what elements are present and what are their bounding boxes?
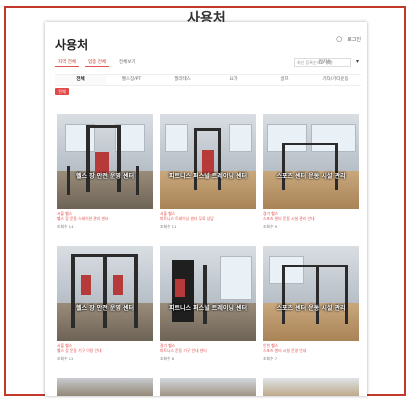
card-image[interactable]: 피트니스 퍼스널 트레이닝 센터 (160, 114, 256, 209)
card-meta: 경기 헬스 스포츠 센터 운동 시설 관리 안내 조회수 9 (263, 211, 359, 229)
card-meta: 경기 헬스 피트니스 운동 기구 안내 센터 조회수 8 (160, 343, 256, 361)
card-views: 조회수 7 (263, 356, 278, 361)
card-image[interactable]: 헬스 장 안전 운영 센터 (57, 246, 153, 341)
card-image[interactable]: 피트니스 퍼스널 트레이닝 센터 (160, 246, 256, 341)
tab-pilates[interactable]: 필라테스 (157, 75, 208, 85)
card-name[interactable]: 피트니스 트레이닝 센터 무료 상담 (160, 216, 256, 221)
card-name[interactable]: 헬스 장 운동 스테이션 관리 센터 (57, 216, 153, 221)
card-overlay-title: 피트니스 퍼스널 트레이닝 센터 (168, 173, 248, 180)
sort-value: 최신 등록순으로 정렬 (297, 60, 333, 65)
tab-all[interactable]: 전체 (55, 75, 106, 85)
tab-other[interactable]: 기타/기타운동 (310, 75, 361, 85)
card-image[interactable]: 스포츠 센터 운동 시설 관리 (263, 246, 359, 341)
page-title: 사용처 (55, 38, 89, 52)
page-panel: 사용처 ○ 로그인 지역 전체 업종 전체 전체보기 인기순 최신 등록순으로 … (45, 22, 367, 396)
card-meta: 서울 헬스 헬스 장 운동 기구 이용 안내 조회수 12 (57, 343, 153, 361)
card-overlay-title: 헬스 장 안전 운영 센터 (75, 305, 135, 312)
card-image-partial[interactable] (263, 378, 359, 396)
card-overlay-title: 헬스 장 안전 운영 센터 (75, 173, 135, 180)
card-image[interactable]: 스포츠 센터 운동 시설 관리 (263, 114, 359, 209)
view-all-link[interactable]: 전체보기 (119, 59, 136, 65)
login-link[interactable]: 로그인 (347, 36, 361, 43)
region-filter[interactable]: 지역 전체 (55, 58, 79, 67)
card-meta: 인천 헬스 스포츠 센터 시설 운영 안내 조회수 7 (263, 343, 359, 361)
card-overlay-title: 피트니스 퍼스널 트레이닝 센터 (168, 305, 248, 312)
tab-yoga[interactable]: 요가 (208, 75, 259, 85)
card-overlay-title: 스포츠 센터 운동 시설 관리 (276, 173, 346, 180)
card-name[interactable]: 피트니스 운동 기구 안내 센터 (160, 348, 256, 353)
filter-badge[interactable]: 전체 (55, 88, 69, 95)
card-image-partial[interactable] (57, 378, 153, 396)
card-name[interactable]: 스포츠 센터 운동 시설 관리 안내 (263, 216, 359, 221)
card-views: 조회수 12 (57, 356, 74, 361)
card-meta: 서울 헬스 헬스 장 운동 스테이션 관리 센터 조회수 14 (57, 211, 153, 229)
card-views: 조회수 9 (263, 224, 278, 229)
user-icon[interactable]: ○ (336, 36, 342, 43)
sort-select[interactable]: 최신 등록순으로 정렬 (294, 58, 351, 67)
category-tabs: 전체 헬스장/PT 필라테스 요가 골프 기타/기타운동 (55, 74, 361, 86)
chevron-down-icon[interactable]: ▾ (356, 58, 359, 65)
tab-golf[interactable]: 골프 (259, 75, 310, 85)
card-overlay-title: 스포츠 센터 운동 시설 관리 (276, 305, 346, 312)
card-image[interactable]: 헬스 장 안전 운영 센터 (57, 114, 153, 209)
card-views: 조회수 8 (160, 356, 175, 361)
card-views: 조회수 11 (160, 224, 177, 229)
card-meta: 서울 헬스 피트니스 트레이닝 센터 무료 상담 조회수 11 (160, 211, 256, 229)
filter-bar: 지역 전체 업종 전체 전체보기 인기순 최신 등록순으로 정렬 ▾ (55, 58, 361, 68)
type-filter[interactable]: 업종 전체 (85, 58, 109, 67)
card-views: 조회수 14 (57, 224, 74, 229)
card-name[interactable]: 스포츠 센터 시설 운영 안내 (263, 348, 359, 353)
header-links: ○ 로그인 (336, 36, 361, 44)
tab-gym[interactable]: 헬스장/PT (106, 75, 157, 85)
card-image-partial[interactable] (160, 378, 256, 396)
card-name[interactable]: 헬스 장 운동 기구 이용 안내 (57, 348, 153, 353)
